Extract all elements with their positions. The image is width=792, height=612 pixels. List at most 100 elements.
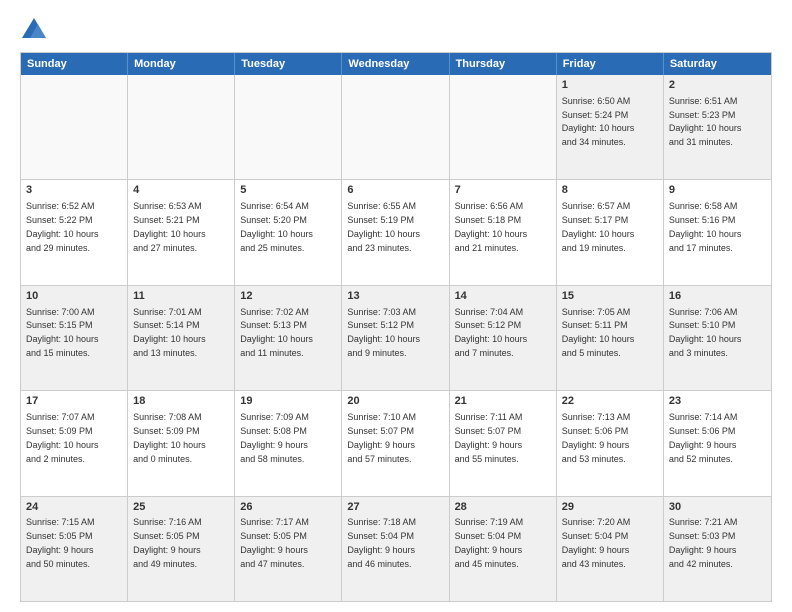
calendar-cell: 22 Sunrise: 7:13 AM Sunset: 5:06 PM Dayli… xyxy=(557,391,664,495)
cell-text: Sunrise: 6:58 AM Sunset: 5:16 PM Dayligh… xyxy=(669,201,742,252)
day-number: 7 xyxy=(455,183,551,198)
cell-text: Sunrise: 7:20 AM Sunset: 5:04 PM Dayligh… xyxy=(562,517,631,568)
calendar-cell: 19Sunrise: 7:09 AM Sunset: 5:08 PM Dayli… xyxy=(235,391,342,495)
calendar-cell: 13 Sunrise: 7:03 AM Sunset: 5:12 PM Dayli… xyxy=(342,286,449,390)
day-number: 13 xyxy=(347,289,443,304)
cell-text: Sunrise: 7:00 AM Sunset: 5:15 PM Dayligh… xyxy=(26,307,99,358)
day-number: 2 xyxy=(669,78,766,93)
calendar-cell: 9 Sunrise: 6:58 AM Sunset: 5:16 PM Daylig… xyxy=(664,180,771,284)
calendar-row: 10 Sunrise: 7:00 AM Sunset: 5:15 PM Dayli… xyxy=(21,286,771,391)
calendar-cell: 26 Sunrise: 7:17 AM Sunset: 5:05 PM Dayli… xyxy=(235,497,342,601)
calendar-header-cell: Saturday xyxy=(664,53,771,75)
day-number: 24 xyxy=(26,500,122,515)
day-number: 12 xyxy=(240,289,336,304)
calendar-cell xyxy=(342,75,449,179)
cell-text: Sunrise: 7:19 AM Sunset: 5:04 PM Dayligh… xyxy=(455,517,524,568)
calendar-cell: 16Sunrise: 7:06 AM Sunset: 5:10 PM Dayli… xyxy=(664,286,771,390)
cell-text: Sunrise: 7:02 AM Sunset: 5:13 PM Dayligh… xyxy=(240,307,313,358)
cell-text: Sunrise: 7:03 AM Sunset: 5:12 PM Dayligh… xyxy=(347,307,420,358)
cell-text: Sunrise: 6:53 AM Sunset: 5:21 PM Dayligh… xyxy=(133,201,206,252)
cell-text: Sunrise: 6:52 AM Sunset: 5:22 PM Dayligh… xyxy=(26,201,99,252)
day-number: 3 xyxy=(26,183,122,198)
cell-text: Sunrise: 7:13 AM Sunset: 5:06 PM Dayligh… xyxy=(562,412,631,463)
day-number: 21 xyxy=(455,394,551,409)
day-number: 5 xyxy=(240,183,336,198)
calendar-cell xyxy=(235,75,342,179)
calendar-cell: 5 Sunrise: 6:54 AM Sunset: 5:20 PM Daylig… xyxy=(235,180,342,284)
calendar-cell: 7 Sunrise: 6:56 AM Sunset: 5:18 PM Daylig… xyxy=(450,180,557,284)
calendar-header-cell: Wednesday xyxy=(342,53,449,75)
calendar-cell: 24Sunrise: 7:15 AM Sunset: 5:05 PM Dayli… xyxy=(21,497,128,601)
calendar-header-cell: Sunday xyxy=(21,53,128,75)
cell-text: Sunrise: 7:21 AM Sunset: 5:03 PM Dayligh… xyxy=(669,517,738,568)
cell-text: Sunrise: 7:18 AM Sunset: 5:04 PM Dayligh… xyxy=(347,517,416,568)
cell-text: Sunrise: 7:04 AM Sunset: 5:12 PM Dayligh… xyxy=(455,307,528,358)
header xyxy=(20,16,772,44)
calendar-cell: 23 Sunrise: 7:14 AM Sunset: 5:06 PM Dayli… xyxy=(664,391,771,495)
calendar-body: 1 Sunrise: 6:50 AM Sunset: 5:24 PM Daylig… xyxy=(21,75,771,601)
day-number: 17 xyxy=(26,394,122,409)
day-number: 10 xyxy=(26,289,122,304)
day-number: 1 xyxy=(562,78,658,93)
calendar-cell xyxy=(128,75,235,179)
day-number: 26 xyxy=(240,500,336,515)
day-number: 4 xyxy=(133,183,229,198)
cell-text: Sunrise: 6:56 AM Sunset: 5:18 PM Dayligh… xyxy=(455,201,528,252)
calendar-cell: 15Sunrise: 7:05 AM Sunset: 5:11 PM Dayli… xyxy=(557,286,664,390)
day-number: 11 xyxy=(133,289,229,304)
calendar-header-cell: Thursday xyxy=(450,53,557,75)
cell-text: Sunrise: 7:14 AM Sunset: 5:06 PM Dayligh… xyxy=(669,412,738,463)
calendar-row: 24Sunrise: 7:15 AM Sunset: 5:05 PM Dayli… xyxy=(21,497,771,601)
day-number: 6 xyxy=(347,183,443,198)
calendar-cell: 14 Sunrise: 7:04 AM Sunset: 5:12 PM Dayli… xyxy=(450,286,557,390)
cell-text: Sunrise: 7:17 AM Sunset: 5:05 PM Dayligh… xyxy=(240,517,309,568)
calendar-cell: 3 Sunrise: 6:52 AM Sunset: 5:22 PM Daylig… xyxy=(21,180,128,284)
calendar-row: 3 Sunrise: 6:52 AM Sunset: 5:22 PM Daylig… xyxy=(21,180,771,285)
cell-text: Sunrise: 6:50 AM Sunset: 5:24 PM Dayligh… xyxy=(562,96,635,147)
calendar-cell: 11 Sunrise: 7:01 AM Sunset: 5:14 PM Dayli… xyxy=(128,286,235,390)
logo xyxy=(20,16,52,44)
calendar-row: 1 Sunrise: 6:50 AM Sunset: 5:24 PM Daylig… xyxy=(21,75,771,180)
day-number: 30 xyxy=(669,500,766,515)
day-number: 14 xyxy=(455,289,551,304)
calendar-cell: 6 Sunrise: 6:55 AM Sunset: 5:19 PM Daylig… xyxy=(342,180,449,284)
day-number: 23 xyxy=(669,394,766,409)
cell-text: Sunrise: 6:57 AM Sunset: 5:17 PM Dayligh… xyxy=(562,201,635,252)
calendar-row: 17Sunrise: 7:07 AM Sunset: 5:09 PM Dayli… xyxy=(21,391,771,496)
day-number: 29 xyxy=(562,500,658,515)
calendar: SundayMondayTuesdayWednesdayThursdayFrid… xyxy=(20,52,772,602)
day-number: 9 xyxy=(669,183,766,198)
calendar-cell xyxy=(21,75,128,179)
calendar-cell: 2 Sunrise: 6:51 AM Sunset: 5:23 PM Daylig… xyxy=(664,75,771,179)
calendar-header-cell: Friday xyxy=(557,53,664,75)
cell-text: Sunrise: 7:11 AM Sunset: 5:07 PM Dayligh… xyxy=(455,412,523,463)
cell-text: Sunrise: 7:10 AM Sunset: 5:07 PM Dayligh… xyxy=(347,412,416,463)
cell-text: Sunrise: 7:01 AM Sunset: 5:14 PM Dayligh… xyxy=(133,307,206,358)
day-number: 8 xyxy=(562,183,658,198)
calendar-cell: 21 Sunrise: 7:11 AM Sunset: 5:07 PM Dayli… xyxy=(450,391,557,495)
calendar-cell: 17Sunrise: 7:07 AM Sunset: 5:09 PM Dayli… xyxy=(21,391,128,495)
cell-text: Sunrise: 7:09 AM Sunset: 5:08 PM Dayligh… xyxy=(240,412,309,463)
cell-text: Sunrise: 7:16 AM Sunset: 5:05 PM Dayligh… xyxy=(133,517,202,568)
day-number: 22 xyxy=(562,394,658,409)
calendar-cell: 12 Sunrise: 7:02 AM Sunset: 5:13 PM Dayli… xyxy=(235,286,342,390)
cell-text: Sunrise: 7:08 AM Sunset: 5:09 PM Dayligh… xyxy=(133,412,206,463)
cell-text: Sunrise: 6:51 AM Sunset: 5:23 PM Dayligh… xyxy=(669,96,742,147)
logo-icon xyxy=(20,16,48,44)
calendar-cell: 8 Sunrise: 6:57 AM Sunset: 5:17 PM Daylig… xyxy=(557,180,664,284)
day-number: 18 xyxy=(133,394,229,409)
calendar-header-cell: Tuesday xyxy=(235,53,342,75)
cell-text: Sunrise: 6:54 AM Sunset: 5:20 PM Dayligh… xyxy=(240,201,313,252)
calendar-cell: 29 Sunrise: 7:20 AM Sunset: 5:04 PM Dayli… xyxy=(557,497,664,601)
cell-text: Sunrise: 6:55 AM Sunset: 5:19 PM Dayligh… xyxy=(347,201,420,252)
cell-text: Sunrise: 7:06 AM Sunset: 5:10 PM Dayligh… xyxy=(669,307,742,358)
day-number: 27 xyxy=(347,500,443,515)
calendar-cell: 18 Sunrise: 7:08 AM Sunset: 5:09 PM Dayli… xyxy=(128,391,235,495)
calendar-cell xyxy=(450,75,557,179)
day-number: 20 xyxy=(347,394,443,409)
page: SundayMondayTuesdayWednesdayThursdayFrid… xyxy=(0,0,792,612)
calendar-cell: 30 Sunrise: 7:21 AM Sunset: 5:03 PM Dayli… xyxy=(664,497,771,601)
calendar-cell: 27 Sunrise: 7:18 AM Sunset: 5:04 PM Dayli… xyxy=(342,497,449,601)
calendar-header: SundayMondayTuesdayWednesdayThursdayFrid… xyxy=(21,53,771,75)
calendar-cell: 20 Sunrise: 7:10 AM Sunset: 5:07 PM Dayli… xyxy=(342,391,449,495)
